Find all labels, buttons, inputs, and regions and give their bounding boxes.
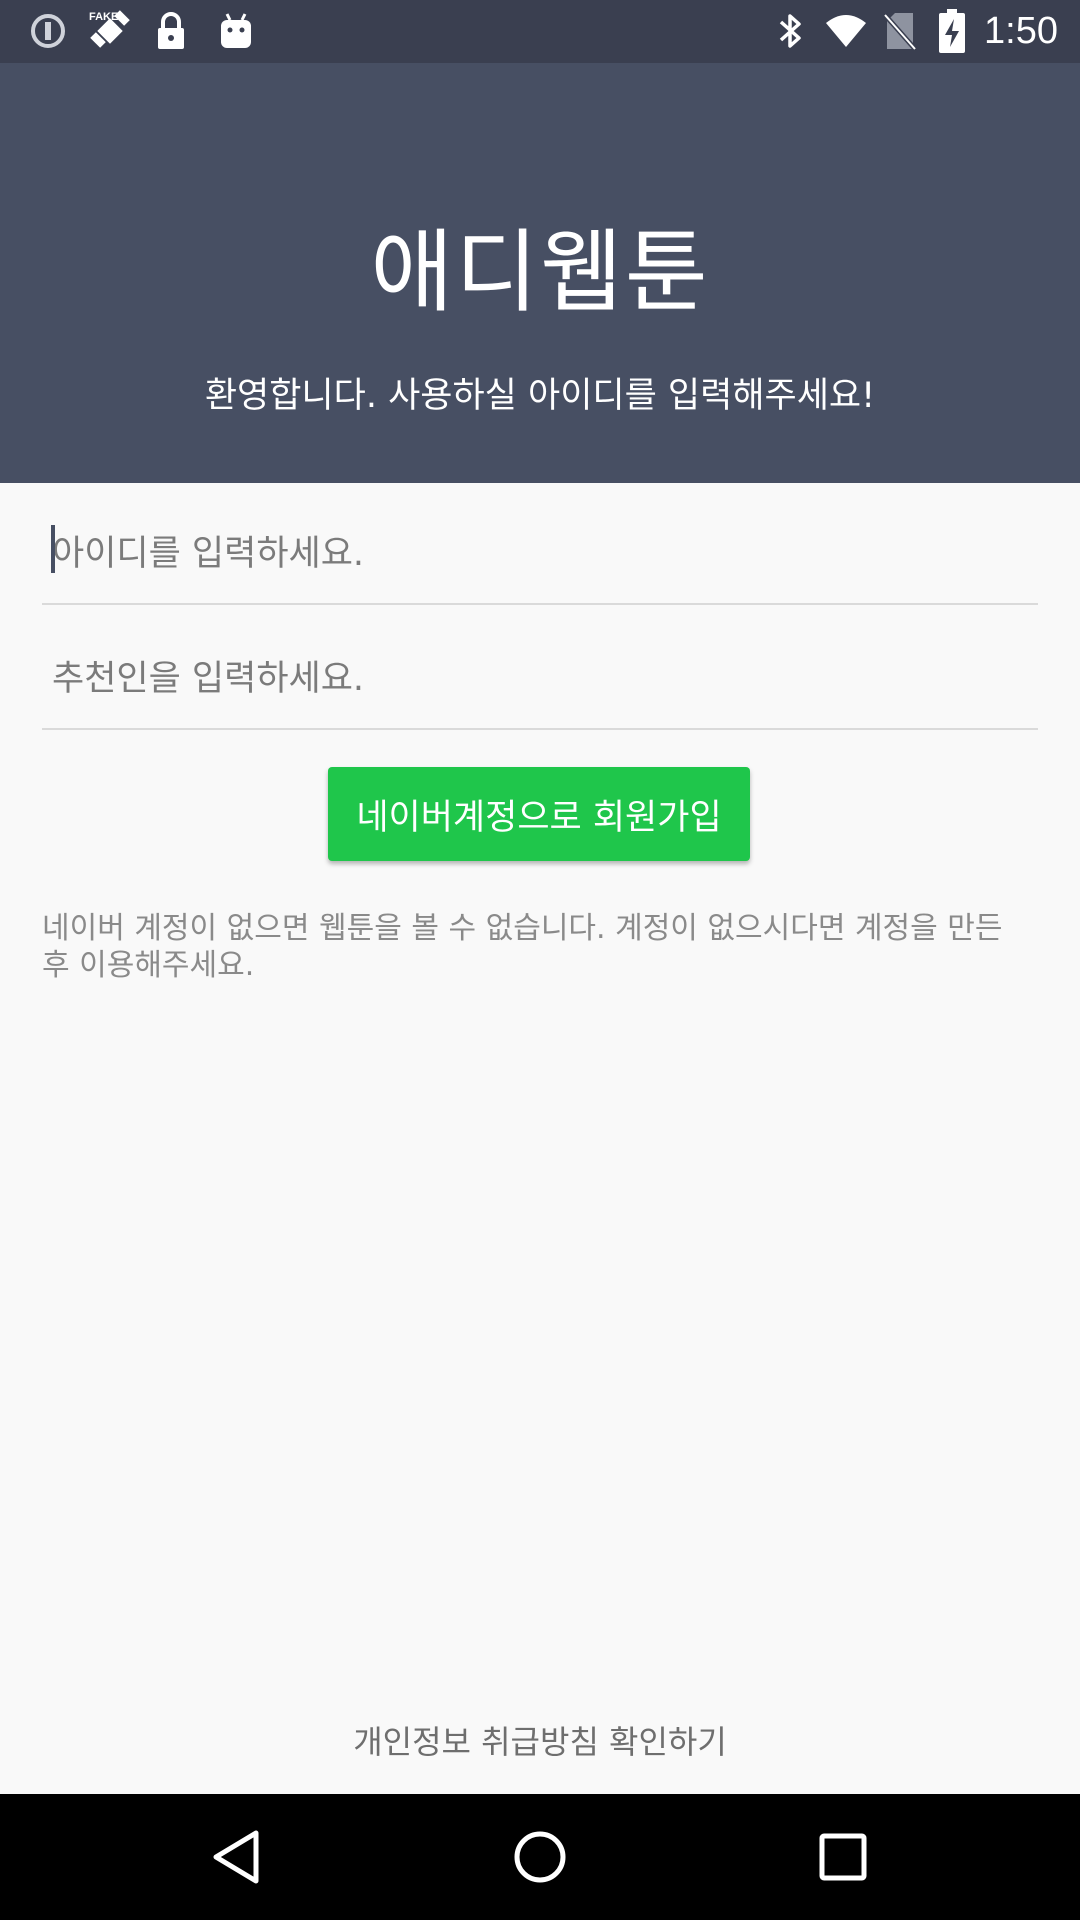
- wifi-icon: [824, 10, 868, 52]
- info-icon: [28, 10, 68, 52]
- welcome-header: 애디웹툰 환영합니다. 사용하실 아이디를 입력해주세요!: [0, 63, 1080, 483]
- naver-signup-button[interactable]: 네이버계정으로 회원가입: [328, 767, 750, 861]
- app-title: 애디웹툰: [370, 220, 710, 325]
- clock: 1:50: [984, 10, 1058, 52]
- back-icon[interactable]: [197, 1817, 277, 1897]
- bluetooth-icon: [774, 10, 808, 52]
- welcome-message: 환영합니다. 사용하실 아이디를 입력해주세요!: [204, 376, 876, 416]
- privacy-policy-link[interactable]: 개인정보 취급방침 확인하기: [0, 1720, 1080, 1764]
- no-sim-icon: [882, 10, 918, 52]
- recommender-input[interactable]: [42, 630, 1038, 730]
- battery-charging-icon: [938, 9, 966, 53]
- home-icon[interactable]: [500, 1817, 580, 1897]
- text-cursor: [51, 525, 55, 573]
- svg-text:FAKE: FAKE: [89, 11, 118, 23]
- fake-gps-satellite-icon: FAKE: [86, 10, 134, 52]
- recents-icon[interactable]: [803, 1817, 883, 1897]
- account-notice: 네이버 계정이 없으면 웹툰을 볼 수 없습니다. 계정이 없으시다면 계정을 …: [42, 911, 1003, 983]
- id-input[interactable]: [42, 505, 1038, 605]
- lock-icon: [154, 10, 188, 52]
- status-bar: FAKE 1:50: [0, 0, 1080, 63]
- android-icon: [218, 10, 254, 52]
- navigation-bar: [0, 1794, 1080, 1920]
